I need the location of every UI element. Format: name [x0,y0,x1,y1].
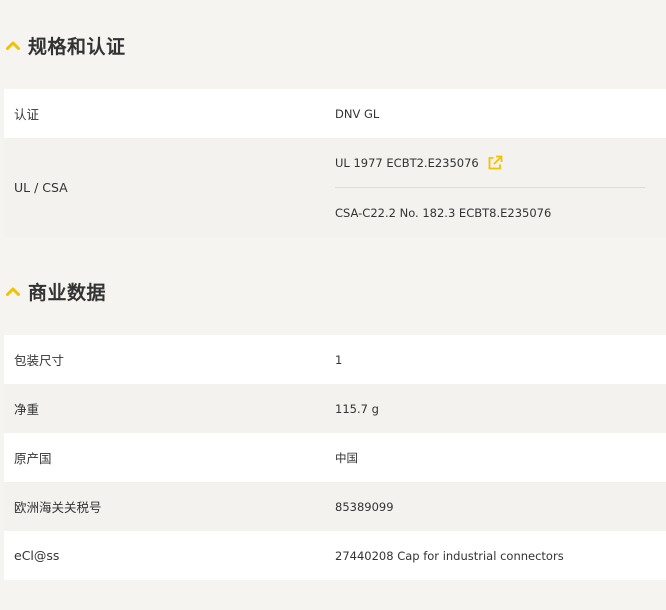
row-value: 27440208 Cap for industrial connectors [335,548,564,563]
table-row: UL / CSA UL 1977 ECBT2.E235076 CSA-C22.2… [4,138,666,237]
table-row: 净重 115.7 g [4,384,666,433]
row-label: 欧洲海关关税号 [14,500,102,515]
section-title: 规格和认证 [28,35,126,58]
row-label: 原产国 [14,451,52,466]
row-value: 中国 [335,450,358,465]
row-label: 包装尺寸 [14,353,65,368]
row-label: 净重 [14,402,40,417]
row-label: 认证 [14,107,40,122]
external-link-icon[interactable] [487,155,503,171]
row-value: 1 [335,352,343,367]
row-label: eCl@ss [14,548,60,563]
specs-table: 认证 DNV GL UL / CSA UL 1977 ECBT2.E235076 [4,89,666,237]
table-row: 认证 DNV GL [4,89,666,138]
row-value: 85389099 [335,499,394,514]
table-row: eCl@ss 27440208 Cap for industrial conne… [4,531,666,580]
row-value: UL 1977 ECBT2.E235076 CSA-C22.2 No. 182.… [335,138,666,237]
table-row: 原产国 中国 [4,433,666,482]
csa-certificate-value: CSA-C22.2 No. 182.3 ECBT8.E235076 [335,205,552,220]
commercial-table: 包装尺寸 1 净重 115.7 g 原产国 中国 欧洲海关关税号 8538909… [4,335,666,580]
section-header-commercial[interactable]: 商业数据 [4,276,106,306]
row-value: 115.7 g [335,401,379,416]
row-label: UL / CSA [14,180,68,195]
chevron-up-icon[interactable] [4,38,22,52]
section-header-specs[interactable]: 规格和认证 [4,30,126,60]
chevron-up-icon[interactable] [4,284,22,298]
row-value: DNV GL [335,106,380,121]
ul-certificate-value: UL 1977 ECBT2.E235076 [335,155,479,170]
table-row: 包装尺寸 1 [4,335,666,384]
table-row: 欧洲海关关税号 85389099 [4,482,666,531]
section-title: 商业数据 [28,281,107,304]
